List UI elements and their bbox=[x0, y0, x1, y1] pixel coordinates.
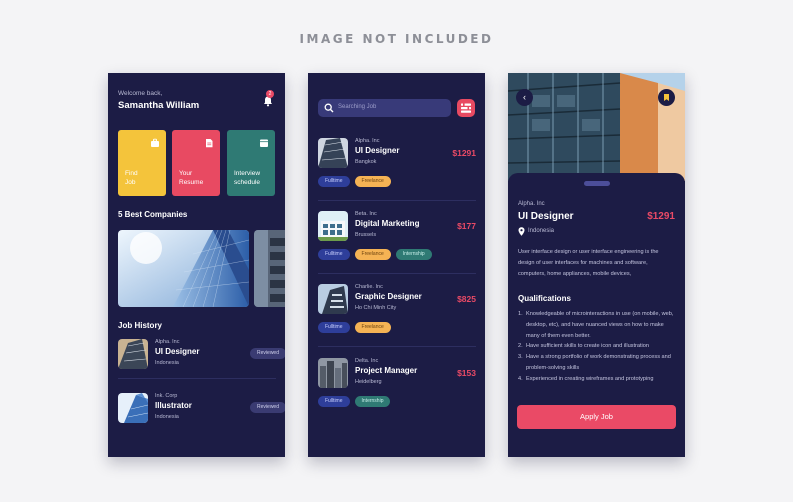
divider bbox=[318, 273, 476, 274]
tag-fulltime[interactable]: Fulltime bbox=[318, 322, 350, 333]
job-card[interactable]: Beta. Inc Digital Marketing Brussels $17… bbox=[318, 211, 476, 271]
history-company: Alpha. Inc bbox=[155, 339, 180, 345]
company-thumbnail bbox=[118, 393, 148, 423]
job-title: Graphic Designer bbox=[355, 292, 422, 301]
drag-handle[interactable] bbox=[584, 181, 610, 186]
location-pin-icon bbox=[518, 227, 525, 236]
tag-fulltime[interactable]: Fulltime bbox=[318, 249, 350, 260]
company-card[interactable] bbox=[118, 230, 249, 307]
user-name: Samantha William bbox=[118, 100, 200, 111]
job-company: Alpha. Inc bbox=[355, 138, 380, 144]
tag-internship[interactable]: Internship bbox=[354, 396, 391, 407]
history-title: Illustrator bbox=[155, 401, 192, 410]
bookmark-button[interactable] bbox=[658, 89, 675, 106]
your-resume-label: Your Resume bbox=[179, 170, 204, 186]
your-resume-card[interactable]: Your Resume bbox=[172, 130, 220, 196]
search-screen: Searching Job Alpha. Inc UI Designer Ban… bbox=[308, 73, 485, 457]
home-screen: Welcome back, Samantha William 2 Find Jo… bbox=[108, 73, 285, 457]
welcome-text: Welcome back, bbox=[118, 90, 163, 97]
divider bbox=[118, 378, 276, 379]
company-thumbnail bbox=[318, 284, 348, 314]
job-title: Digital Marketing bbox=[355, 219, 420, 228]
divider bbox=[318, 346, 476, 347]
filter-icon bbox=[461, 103, 471, 113]
document-icon bbox=[206, 139, 213, 148]
company-thumbnail bbox=[318, 138, 348, 168]
status-badge: Reviewed bbox=[250, 402, 285, 413]
history-item[interactable]: Alpha. Inc UI Designer Indonesia Reviewe… bbox=[118, 339, 285, 371]
job-location: Brussels bbox=[355, 232, 377, 238]
job-location: Bangkok bbox=[355, 159, 377, 165]
chevron-left-icon: ‹ bbox=[523, 92, 526, 102]
qualification-item: 4. Experienced in creating wireframes and… bbox=[518, 375, 654, 382]
history-item[interactable]: Ink. Corp Illustrator Indonesia Reviewed bbox=[118, 393, 285, 425]
building-photo bbox=[118, 230, 249, 307]
job-title: UI Designer bbox=[355, 146, 400, 155]
building-photo bbox=[254, 230, 285, 307]
tag-fulltime[interactable]: Fulltime bbox=[318, 396, 350, 407]
job-salary: $177 bbox=[457, 221, 476, 231]
company-thumbnail bbox=[318, 211, 348, 241]
search-bar[interactable]: Searching Job bbox=[318, 99, 451, 117]
tag-fulltime[interactable]: Fulltime bbox=[318, 176, 350, 187]
job-salary: $825 bbox=[457, 294, 476, 304]
company-card[interactable] bbox=[254, 230, 285, 307]
history-title: UI Designer bbox=[155, 347, 200, 356]
company-thumbnail bbox=[318, 358, 348, 388]
back-button[interactable]: ‹ bbox=[516, 89, 533, 106]
qualification-text: Have a strong portfolio of work demonstr… bbox=[526, 354, 671, 371]
briefcase-icon bbox=[151, 138, 159, 147]
interview-schedule-label: Interview schedule bbox=[234, 170, 261, 186]
history-location: Indonesia bbox=[155, 414, 179, 420]
status-badge: Reviewed bbox=[250, 348, 285, 359]
detail-company: Alpha. Inc bbox=[518, 201, 545, 207]
history-location: Indonesia bbox=[155, 360, 179, 366]
notification-badge: 2 bbox=[266, 90, 274, 98]
qualification-text: Have sufficient skills to create icon an… bbox=[526, 343, 650, 350]
tag-freelance[interactable]: Freelance bbox=[354, 176, 391, 187]
calendar-icon bbox=[260, 139, 268, 147]
job-company: Delta. Inc bbox=[355, 358, 379, 364]
history-company: Ink. Corp bbox=[155, 393, 178, 399]
qualifications-title: Qualifications bbox=[518, 294, 571, 303]
qualification-item: 1. Knowledgeable of microinteractions in … bbox=[518, 311, 674, 339]
company-thumbnail bbox=[118, 339, 148, 369]
qualification-item: 2. Have sufficient skills to create icon … bbox=[518, 343, 650, 350]
job-title: Project Manager bbox=[355, 366, 418, 375]
qualification-text: Knowledgeable of microinteractions in us… bbox=[526, 311, 674, 339]
interview-schedule-card[interactable]: Interview schedule bbox=[227, 130, 275, 196]
job-salary: $153 bbox=[457, 368, 476, 378]
apply-job-button[interactable]: Apply Job bbox=[517, 405, 676, 429]
find-job-card[interactable]: Find Job bbox=[118, 130, 166, 196]
detail-title: UI Designer bbox=[518, 211, 574, 222]
search-input[interactable]: Searching Job bbox=[338, 104, 376, 110]
job-location: Heidelberg bbox=[355, 379, 382, 385]
filter-button[interactable] bbox=[457, 99, 475, 117]
tag-freelance[interactable]: Freelance bbox=[354, 322, 391, 333]
job-company: Charlie. Inc bbox=[355, 284, 383, 290]
banner-text: IMAGE NOT INCLUDED bbox=[299, 32, 494, 46]
job-salary: $1291 bbox=[452, 148, 476, 158]
detail-sheet: Alpha. Inc UI Designer $1291 Indonesia U… bbox=[508, 173, 685, 457]
best-companies-title: 5 Best Companies bbox=[118, 210, 188, 219]
job-location: Ho Chi Minh City bbox=[355, 305, 397, 311]
job-detail-screen: ‹ Alpha. Inc UI Designer $1291 Indonesia… bbox=[508, 73, 685, 457]
job-description: User interface design or user interface … bbox=[518, 249, 659, 277]
qualification-text: Experienced in creating wireframes and p… bbox=[526, 375, 654, 382]
bookmark-icon bbox=[664, 94, 669, 101]
tag-freelance[interactable]: Freelance bbox=[354, 249, 391, 260]
qualification-item: 3. Have a strong portfolio of work demons… bbox=[518, 354, 671, 371]
detail-salary: $1291 bbox=[647, 211, 675, 222]
tag-internship[interactable]: Internship bbox=[395, 249, 432, 260]
search-icon bbox=[324, 103, 334, 113]
job-history-title: Job History bbox=[118, 321, 163, 330]
find-job-label: Find Job bbox=[125, 170, 138, 186]
job-card[interactable]: Alpha. Inc UI Designer Bangkok $1291 Ful… bbox=[318, 138, 476, 198]
job-card[interactable]: Delta. Inc Project Manager Heidelberg $1… bbox=[318, 358, 476, 418]
divider bbox=[318, 200, 476, 201]
qualifications-list: 1. Knowledgeable of microinteractions in … bbox=[518, 309, 678, 385]
job-company: Beta. Inc bbox=[355, 211, 377, 217]
job-card[interactable]: Charlie. Inc Graphic Designer Ho Chi Min… bbox=[318, 284, 476, 344]
detail-location: Indonesia bbox=[528, 228, 555, 234]
